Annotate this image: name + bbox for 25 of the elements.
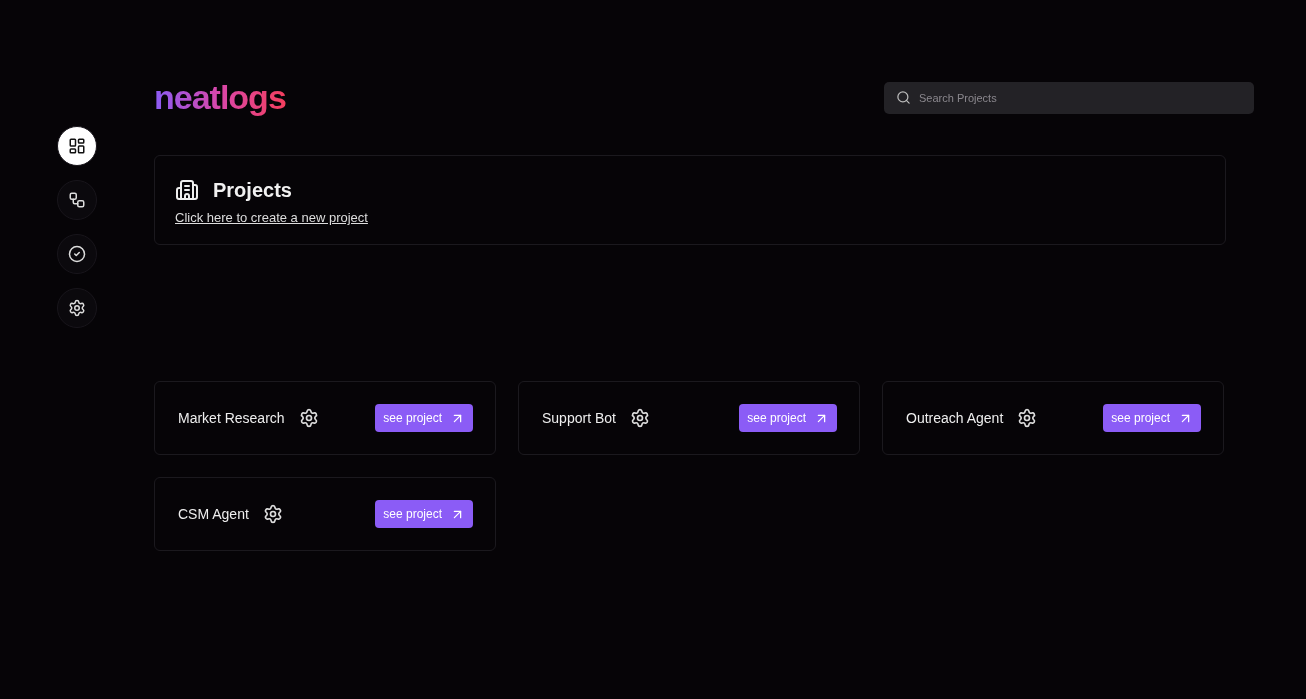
- sidebar-nav-button[interactable]: [57, 234, 97, 274]
- project-name: Market Research: [178, 410, 285, 426]
- settings-icon[interactable]: [298, 408, 319, 428]
- project-name: Outreach Agent: [906, 410, 1004, 426]
- sidebar-nav-button[interactable]: [57, 180, 97, 220]
- see-project-button[interactable]: see project: [1103, 404, 1201, 432]
- page-title: Projects: [213, 178, 292, 202]
- settings-icon[interactable]: [629, 408, 650, 428]
- see-project-button[interactable]: see project: [375, 404, 473, 432]
- building-icon: [175, 178, 199, 202]
- settings-icon[interactable]: [262, 504, 283, 524]
- project-name: CSM Agent: [178, 506, 249, 522]
- create-project-link[interactable]: Click here to create a new project: [175, 210, 368, 225]
- check-circle-icon: [68, 245, 86, 263]
- settings-icon[interactable]: [1017, 408, 1038, 428]
- search-field[interactable]: Search Projects: [884, 81, 1254, 114]
- workflow-icon: [68, 191, 86, 209]
- dashboard-icon: [68, 137, 86, 155]
- see-project-button[interactable]: see project: [739, 404, 837, 432]
- settings-icon: [68, 299, 86, 317]
- project-name: Support Bot: [542, 410, 616, 426]
- sidebar-nav-button[interactable]: [57, 126, 97, 166]
- search-icon: [896, 89, 911, 105]
- see-project-button[interactable]: see project: [375, 500, 473, 528]
- sidebar-nav-button[interactable]: [57, 288, 97, 328]
